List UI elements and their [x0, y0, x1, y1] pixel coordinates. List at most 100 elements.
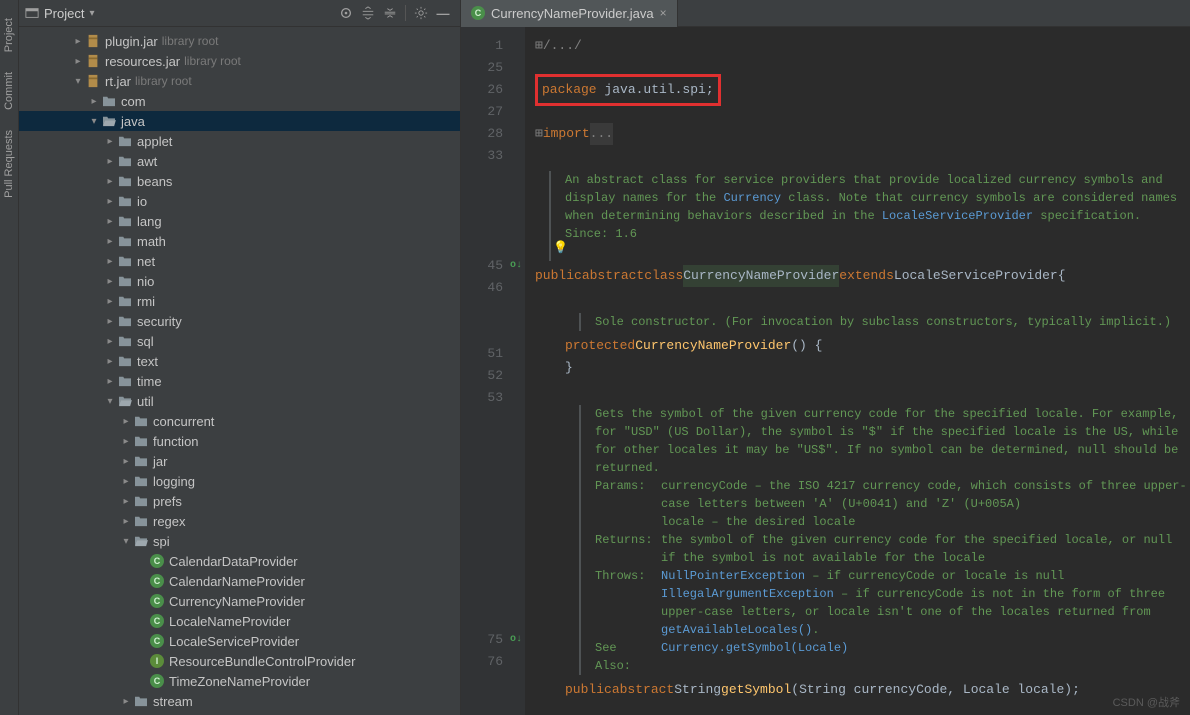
tree-item-jar[interactable]: ▸jar — [19, 451, 460, 471]
tree-item-lang[interactable]: ▸lang — [19, 211, 460, 231]
tree-item-sql[interactable]: ▸sql — [19, 331, 460, 351]
tree-arrow-icon[interactable]: ▸ — [119, 476, 133, 487]
collapse-all-icon[interactable] — [379, 2, 401, 24]
tree-arrow-icon[interactable]: ▾ — [87, 116, 101, 127]
tree-item-calendardataprovider[interactable]: CCalendarDataProvider — [19, 551, 460, 571]
doc-link-iae[interactable]: IllegalArgumentException — [661, 587, 834, 601]
tree-arrow-icon[interactable]: ▸ — [103, 316, 117, 327]
tree-suffix: library root — [162, 34, 219, 48]
tree-item-awt[interactable]: ▸awt — [19, 151, 460, 171]
doc-link-npe[interactable]: NullPointerException — [661, 569, 805, 583]
tree-item-prefs[interactable]: ▸prefs — [19, 491, 460, 511]
tree-arrow-icon[interactable]: ▸ — [103, 236, 117, 247]
doc-link-getavailablelocales[interactable]: getAvailableLocales() — [661, 623, 812, 637]
folder-icon — [101, 93, 117, 109]
tree-arrow-icon[interactable]: ▾ — [119, 536, 133, 547]
panel-title[interactable]: Project ▾ — [25, 6, 95, 21]
tree-item-rmi[interactable]: ▸rmi — [19, 291, 460, 311]
locate-icon[interactable] — [335, 2, 357, 24]
rail-pr[interactable]: Pull Requests — [3, 130, 15, 198]
tab-currencynameprovider[interactable]: C CurrencyNameProvider.java × — [461, 0, 678, 27]
doc-link-localeserviceprovider[interactable]: LocaleServiceProvider — [882, 209, 1033, 223]
tree-arrow-icon[interactable]: ▸ — [119, 456, 133, 467]
folder-icon — [117, 213, 133, 229]
tree-item-beans[interactable]: ▸ beans — [19, 171, 460, 191]
line-number — [461, 409, 503, 431]
tree-item-regex[interactable]: ▸regex — [19, 511, 460, 531]
tree-item-text[interactable]: ▸text — [19, 351, 460, 371]
override-marker-icon[interactable]: o↓ — [507, 629, 525, 651]
tree-item-net[interactable]: ▸net — [19, 251, 460, 271]
tree-item-rt-jar[interactable]: ▾rt.jarlibrary root — [19, 71, 460, 91]
tree-item-localeserviceprovider[interactable]: CLocaleServiceProvider — [19, 631, 460, 651]
doc-link-currency[interactable]: Currency — [723, 191, 781, 205]
tree-arrow-icon[interactable]: ▸ — [103, 136, 117, 147]
tree-item-time[interactable]: ▸time — [19, 371, 460, 391]
close-icon[interactable]: × — [660, 6, 667, 20]
tree-label: beans — [137, 174, 172, 189]
tree-item-logging[interactable]: ▸logging — [19, 471, 460, 491]
tree-arrow-icon[interactable]: ▸ — [119, 436, 133, 447]
folded-comment[interactable]: /.../ — [543, 35, 582, 57]
tree-arrow-icon[interactable]: ▾ — [103, 396, 117, 407]
line-number — [461, 585, 503, 607]
tree-item-plugin-jar[interactable]: ▸plugin.jarlibrary root — [19, 31, 460, 51]
tree-item-spi[interactable]: ▾spi — [19, 531, 460, 551]
tree-arrow-icon[interactable]: ▸ — [103, 296, 117, 307]
tree-item-util[interactable]: ▾util — [19, 391, 460, 411]
tree-item-stream[interactable]: ▸stream — [19, 691, 460, 711]
tree-arrow-icon[interactable]: ▸ — [103, 156, 117, 167]
folder-icon — [117, 173, 133, 189]
rail-commit[interactable]: Commit — [3, 72, 15, 110]
class-icon: C — [149, 593, 165, 609]
hide-icon[interactable]: — — [432, 2, 454, 24]
tree-item-concurrent[interactable]: ▸concurrent — [19, 411, 460, 431]
tree-arrow-icon[interactable]: ▸ — [71, 36, 85, 47]
tree-item-resources-jar[interactable]: ▸resources.jarlibrary root — [19, 51, 460, 71]
tree-arrow-icon[interactable]: ▸ — [119, 496, 133, 507]
tree-item-function[interactable]: ▸ function — [19, 431, 460, 451]
tree-arrow-icon[interactable]: ▸ — [71, 56, 85, 67]
doc-link-getsymbol[interactable]: Currency.getSymbol(Locale) — [661, 639, 848, 675]
tree-arrow-icon[interactable]: ▸ — [103, 216, 117, 227]
settings-icon[interactable] — [410, 2, 432, 24]
tree-item-java[interactable]: ▾java — [19, 111, 460, 131]
tree-item-io[interactable]: ▸io — [19, 191, 460, 211]
tree-label: rt.jar — [105, 74, 131, 89]
tree-arrow-icon[interactable]: ▸ — [103, 356, 117, 367]
line-number — [461, 497, 503, 519]
panel-dropdown-icon[interactable]: ▾ — [89, 8, 94, 19]
tree-arrow-icon[interactable]: ▸ — [103, 176, 117, 187]
tree-label: function — [153, 434, 199, 449]
tree-item-calendarnameprovider[interactable]: CCalendarNameProvider — [19, 571, 460, 591]
override-marker-icon[interactable]: o↓ — [507, 255, 525, 277]
tree-arrow-icon[interactable]: ▸ — [103, 276, 117, 287]
tree-arrow-icon[interactable]: ▸ — [119, 516, 133, 527]
tree-arrow-icon[interactable]: ▾ — [71, 76, 85, 87]
tree-item-com[interactable]: ▸com — [19, 91, 460, 111]
tree-arrow-icon[interactable]: ▸ — [119, 416, 133, 427]
tree-item-security[interactable]: ▸security — [19, 311, 460, 331]
tree-arrow-icon[interactable]: ▸ — [119, 696, 133, 707]
bulb-icon[interactable]: 💡 — [553, 239, 1190, 257]
tree-item-resourcebundlecontrolprovider[interactable]: IResourceBundleControlProvider — [19, 651, 460, 671]
rail-project[interactable]: Project — [3, 18, 15, 52]
project-tree[interactable]: ▸plugin.jarlibrary root▸resources.jarlib… — [19, 27, 460, 715]
tree-arrow-icon[interactable]: ▸ — [87, 96, 101, 107]
tree-arrow-icon[interactable]: ▸ — [103, 376, 117, 387]
code-content[interactable]: ⊞/.../ package java.util.spi; ⊞import ..… — [525, 27, 1190, 715]
tree-arrow-icon[interactable]: ▸ — [103, 336, 117, 347]
tree-suffix: library root — [184, 54, 241, 68]
tree-arrow-icon[interactable]: ▸ — [103, 196, 117, 207]
tree-item-math[interactable]: ▸math — [19, 231, 460, 251]
getsymbol-javadoc: Gets the symbol of the given currency co… — [579, 405, 1190, 675]
tree-item-applet[interactable]: ▸applet — [19, 131, 460, 151]
tree-item-currencynameprovider[interactable]: CCurrencyNameProvider — [19, 591, 460, 611]
tree-item-timezonenameprovider[interactable]: CTimeZoneNameProvider — [19, 671, 460, 691]
line-number — [461, 475, 503, 497]
tree-item-localenameprovider[interactable]: CLocaleNameProvider — [19, 611, 460, 631]
tree-item-nio[interactable]: ▸nio — [19, 271, 460, 291]
tree-arrow-icon[interactable]: ▸ — [103, 256, 117, 267]
code-area[interactable]: 1252627283345465152537576 o↓o↓ ⊞/.../ pa… — [461, 27, 1190, 715]
expand-all-icon[interactable] — [357, 2, 379, 24]
